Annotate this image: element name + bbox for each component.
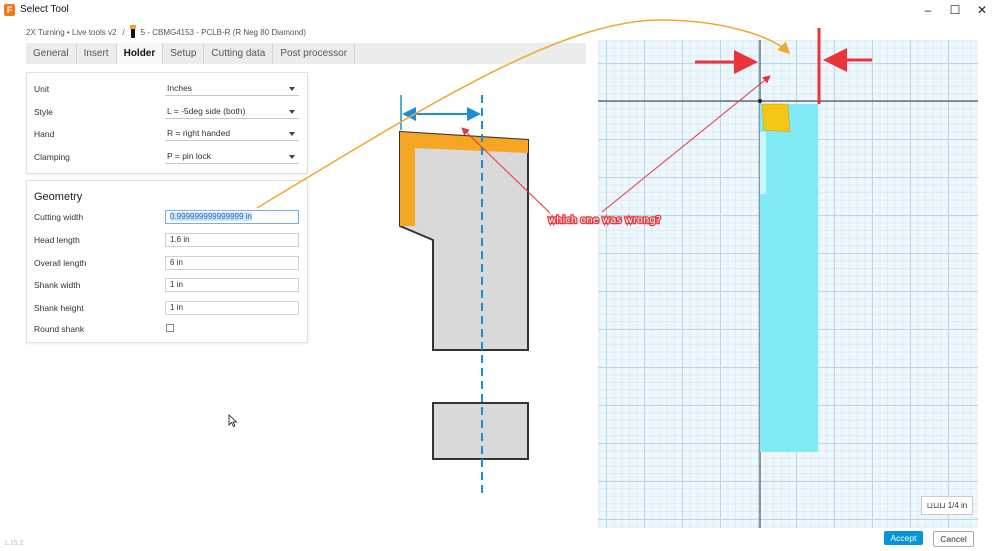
annotation-text: which one was wrong? (548, 215, 661, 226)
cancel-button[interactable]: Cancel (933, 531, 974, 547)
annotation-arrow-right (601, 75, 771, 213)
scale-indicator: ⊔⊔⊔ 1/4 in (921, 496, 973, 515)
accept-button[interactable]: Accept (884, 531, 923, 545)
ruler-icon: ⊔⊔⊔ (926, 501, 948, 510)
version-label: 1.15.2 (4, 540, 24, 547)
preview-insert (761, 103, 791, 133)
preview-origin (758, 99, 762, 103)
schematic-holder-head (399, 130, 529, 351)
scale-label: 1/4 in (947, 501, 968, 510)
preview-holder-notch (760, 132, 766, 194)
mouse-cursor-icon (228, 414, 238, 428)
preview-holder (760, 104, 818, 452)
schematic-shank-section (432, 402, 529, 460)
drawing-overlay: which one was wrong? (256, 19, 978, 528)
